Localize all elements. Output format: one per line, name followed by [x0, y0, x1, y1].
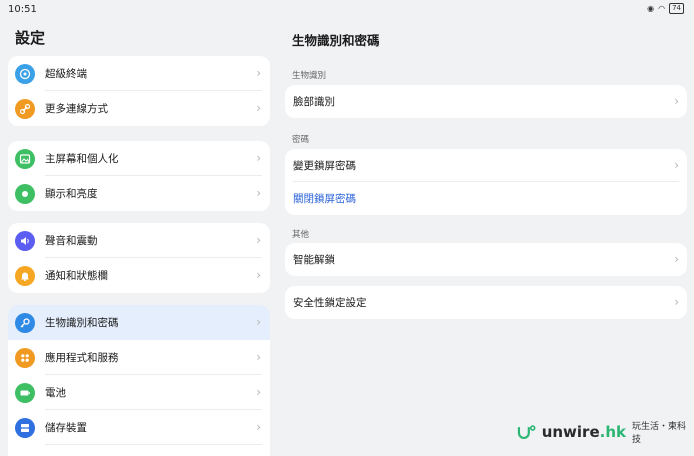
section-label-password: 密碼 [292, 135, 310, 145]
settings-item-notifications[interactable]: 通知和狀態欄 › [8, 258, 270, 293]
face-recognition-row[interactable]: 臉部識別 › [285, 85, 687, 118]
other-card: 智能解鎖 › [285, 243, 687, 276]
display-icon [15, 183, 35, 204]
chevron-right-icon: › [256, 268, 261, 282]
chevron-right-icon: › [674, 94, 679, 108]
chevron-right-icon: › [256, 350, 261, 364]
chevron-right-icon: › [674, 252, 679, 266]
chevron-right-icon: › [256, 385, 261, 399]
settings-item-sound[interactable]: 聲音和震動 › [8, 223, 270, 258]
settings-item-battery[interactable]: 電池 › [8, 375, 270, 410]
sound-icon [15, 230, 35, 251]
divider [45, 444, 262, 445]
wifi-icon: ◠ [658, 4, 666, 13]
settings-group: 生物識別和密碼 › 應用程式和服務 › 電池 › 儲存裝置 › [8, 305, 270, 456]
chevron-right-icon: › [256, 315, 261, 329]
chevron-right-icon: › [256, 101, 261, 115]
wallpaper-icon [15, 148, 35, 169]
unwire-logo-icon [517, 425, 536, 439]
settings-item-home-screen[interactable]: 主屏幕和個人化 › [8, 141, 270, 176]
chevron-right-icon: › [256, 233, 261, 247]
battery-icon [15, 382, 35, 403]
settings-group: 聲音和震動 › 通知和狀態欄 › [8, 223, 270, 293]
disable-lock-password-link[interactable]: 關閉鎖屏密碼 [293, 191, 356, 206]
storage-icon [15, 417, 35, 438]
chevron-right-icon: › [674, 158, 679, 172]
biometrics-card: 臉部識別 › [285, 85, 687, 118]
password-card: 變更鎖屏密碼 › 關閉鎖屏密碼 [285, 149, 687, 215]
chevron-right-icon: › [674, 295, 679, 309]
settings-group: 超級終端 › 更多連線方式 › [8, 56, 270, 126]
status-bar: 10:51 ◉ ◠ 74 [0, 0, 694, 20]
battery-level: 74 [669, 3, 684, 14]
settings-group: 主屏幕和個人化 › 顯示和亮度 › [8, 141, 270, 211]
smart-unlock-row[interactable]: 智能解鎖 › [285, 243, 687, 276]
chevron-right-icon: › [256, 420, 261, 434]
chevron-right-icon: › [256, 186, 261, 200]
settings-item-display[interactable]: 顯示和亮度 › [8, 176, 270, 211]
watermark-tagline: 玩生活・柬科技 [631, 422, 686, 445]
status-time: 10:51 [8, 4, 37, 15]
chevron-right-icon: › [256, 66, 261, 80]
security-lock-card: 安全性鎖定設定 › [285, 286, 687, 319]
apps-icon [15, 347, 35, 368]
watermark: unwire.hk 玩生活・柬科技 [516, 419, 694, 445]
key-icon [15, 312, 35, 333]
disable-lock-password-row[interactable]: 關閉鎖屏密碼 [285, 182, 687, 215]
settings-title: 設定 [15, 29, 46, 47]
section-label-biometrics: 生物識別 [292, 71, 327, 81]
section-label-other: 其他 [292, 230, 310, 240]
page-title: 生物識別和密碼 [292, 33, 380, 48]
link-icon [15, 98, 35, 119]
settings-item-more-connections[interactable]: 更多連線方式 › [8, 91, 270, 126]
chevron-right-icon: › [256, 151, 261, 165]
settings-item-biometrics[interactable]: 生物識別和密碼 › [8, 305, 270, 340]
super-device-icon [15, 63, 35, 84]
settings-item-apps[interactable]: 應用程式和服務 › [8, 340, 270, 375]
status-icons: ◉ ◠ 74 [647, 3, 684, 14]
settings-item-super-device[interactable]: 超級終端 › [8, 56, 270, 91]
security-lock-settings-row[interactable]: 安全性鎖定設定 › [285, 286, 687, 319]
change-lock-password-row[interactable]: 變更鎖屏密碼 › [285, 149, 687, 182]
nfc-icon: ◉ [647, 4, 655, 13]
watermark-brand: unwire.hk [541, 423, 626, 441]
bell-icon [15, 265, 35, 286]
settings-item-storage[interactable]: 儲存裝置 › [8, 410, 270, 445]
